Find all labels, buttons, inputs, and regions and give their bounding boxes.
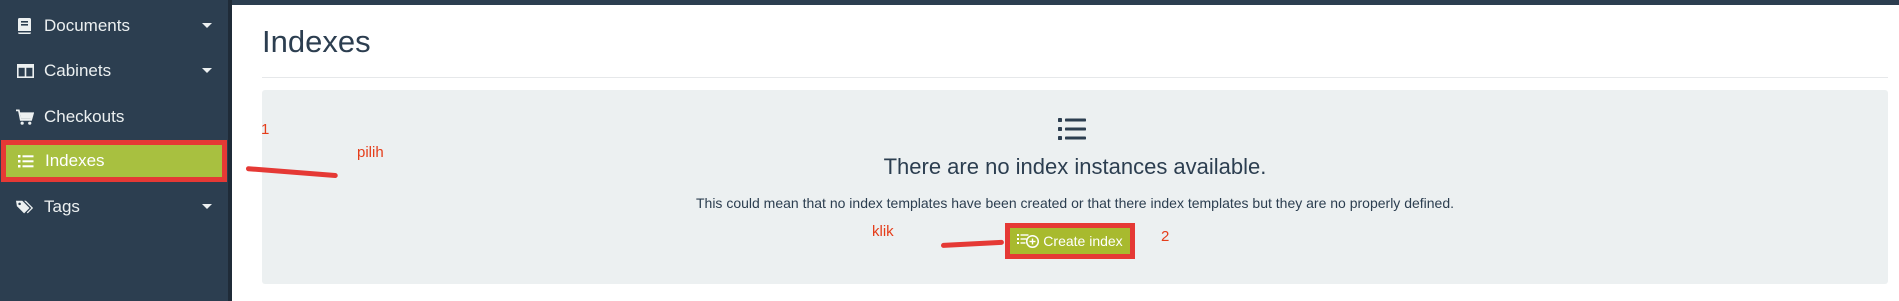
- chevron-down-icon: [202, 23, 212, 28]
- divider: [262, 77, 1888, 78]
- annotation-step-2-text: klik: [872, 223, 894, 240]
- top-bar: [232, 0, 1899, 5]
- sidebar-item-checkouts[interactable]: Checkouts: [0, 97, 228, 137]
- book-icon: [16, 17, 34, 35]
- tags-icon: [16, 198, 34, 216]
- list-icon: [17, 152, 35, 170]
- sidebar-item-label: Indexes: [45, 151, 105, 170]
- chevron-down-icon: [202, 68, 212, 73]
- sidebar-item-label: Tags: [44, 197, 80, 216]
- list-add-icon: [1017, 233, 1040, 249]
- sidebar: Documents Cabinets Checkouts Indexes Tag…: [0, 0, 228, 301]
- sidebar-item-label: Documents: [44, 16, 130, 35]
- sidebar-item-label: Checkouts: [44, 107, 125, 126]
- create-index-label: Create index: [1043, 233, 1123, 249]
- page-title: Indexes: [262, 24, 371, 59]
- annotation-step-1-number: 1: [261, 121, 270, 138]
- create-index-button[interactable]: Create index: [1005, 223, 1135, 259]
- sidebar-item-tags[interactable]: Tags: [0, 187, 228, 227]
- empty-state-text: This could mean that no index templates …: [695, 195, 1455, 211]
- sidebar-item-label: Cabinets: [44, 61, 112, 80]
- empty-state-heading: There are no index instances available.: [883, 154, 1267, 179]
- annotation-step-1-text: pilih: [357, 144, 384, 161]
- annotation-step-2-number: 2: [1161, 228, 1170, 245]
- sidebar-divider: [228, 0, 232, 301]
- list-icon: [1058, 118, 1086, 140]
- sidebar-item-indexes[interactable]: Indexes: [1, 140, 227, 182]
- columns-icon: [16, 62, 34, 80]
- sidebar-item-cabinets[interactable]: Cabinets: [0, 51, 228, 91]
- chevron-down-icon: [202, 204, 212, 209]
- sidebar-item-documents[interactable]: Documents: [0, 6, 228, 46]
- cart-icon: [16, 108, 34, 126]
